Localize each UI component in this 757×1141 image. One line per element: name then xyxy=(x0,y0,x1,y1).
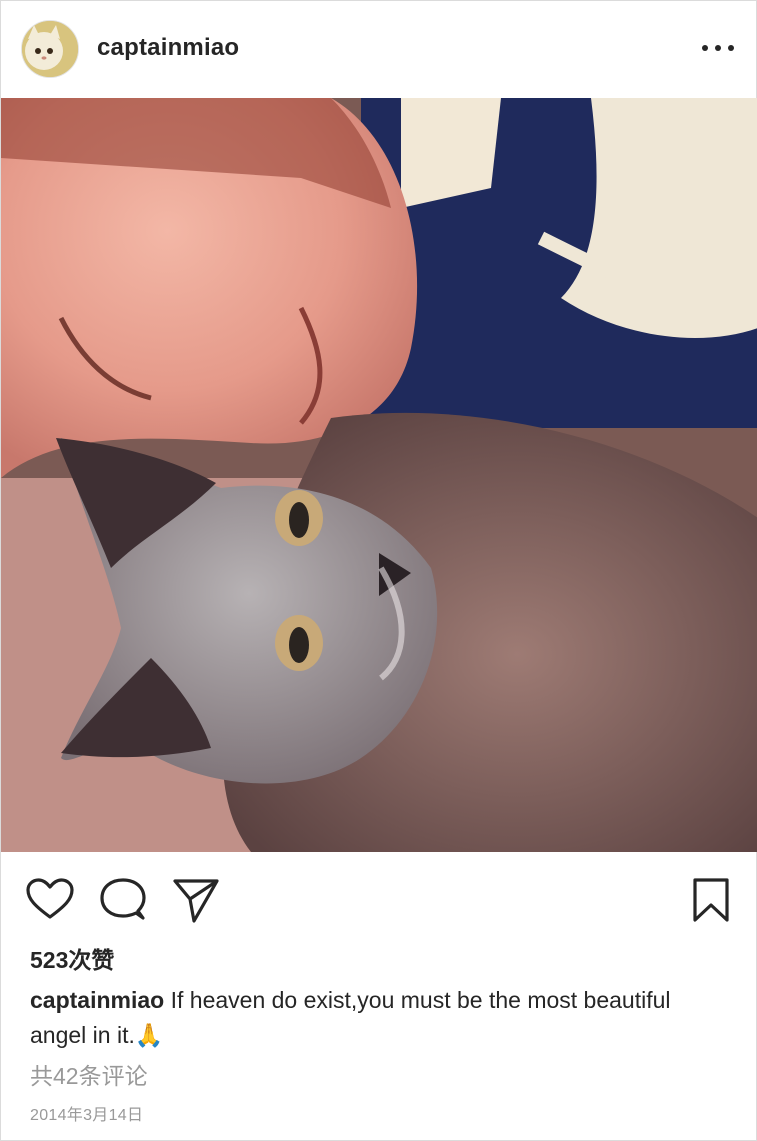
avatar[interactable] xyxy=(21,20,79,78)
paper-plane-icon[interactable] xyxy=(171,875,221,925)
caption-username[interactable]: captainmiao xyxy=(30,987,164,1013)
post-card: captainmiao 523次赞 captainmiao If heaven … xyxy=(0,0,757,1141)
heart-icon[interactable] xyxy=(25,875,75,925)
photo-person-with-cat xyxy=(1,98,757,852)
more-options-icon[interactable] xyxy=(702,35,734,61)
like-count[interactable]: 523次赞 xyxy=(30,941,114,975)
cat-avatar-image xyxy=(22,21,78,77)
post-header: captainmiao xyxy=(1,1,757,98)
post-date: 2014年3月14日 xyxy=(30,1107,144,1124)
view-comments-link[interactable]: 共42条评论 xyxy=(30,1057,148,1091)
pray-emoji-icon: 🙏 xyxy=(134,1022,164,1048)
action-bar xyxy=(1,853,757,943)
post-photo[interactable] xyxy=(1,98,757,852)
more-dot xyxy=(715,45,721,51)
more-dot xyxy=(728,45,734,51)
more-dot xyxy=(702,45,708,51)
comment-bubble-icon[interactable] xyxy=(98,875,148,925)
username[interactable]: captainmiao xyxy=(97,34,239,62)
caption: captainmiao If heaven do exist,you must … xyxy=(30,983,720,1053)
bookmark-icon[interactable] xyxy=(686,875,736,925)
